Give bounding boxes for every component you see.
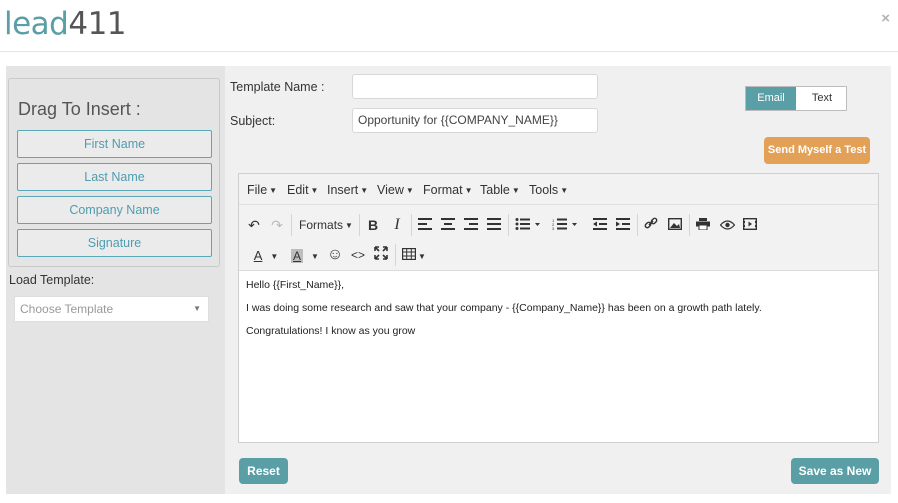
toolbar-divider <box>411 214 412 236</box>
code-icon[interactable]: <> <box>348 244 368 266</box>
content-line: Congratulations! I know as you grow <box>246 325 416 337</box>
editor-toolbar: ↶ ↷ Formats ▼ B I 123 A ▼ A ▼ ☺ <> ▼ <box>239 205 878 271</box>
template-select[interactable]: Choose Template ▼ <box>14 296 209 322</box>
chevron-down-icon: ▼ <box>345 221 353 230</box>
toolbar-divider <box>291 214 292 236</box>
print-icon[interactable] <box>693 214 713 236</box>
menu-insert-label: Insert <box>327 183 359 197</box>
chevron-down-icon: ▼ <box>270 252 279 261</box>
chevron-down-icon: ▼ <box>360 186 369 195</box>
align-right-icon[interactable] <box>461 214 481 236</box>
menu-file-label: File <box>247 183 268 197</box>
toolbar-divider <box>359 214 360 236</box>
media-icon[interactable] <box>740 214 760 236</box>
menu-format[interactable]: Format ▼ <box>423 183 473 197</box>
menu-tools-label: Tools <box>529 183 559 197</box>
close-icon[interactable]: × <box>881 10 890 27</box>
chevron-down-icon: ▼ <box>193 304 201 313</box>
text-color-button[interactable]: A ▼ <box>247 244 285 266</box>
drag-insert-box: Drag To Insert : First Name Last Name Co… <box>8 78 220 267</box>
insert-first-name-button[interactable]: First Name <box>17 130 212 158</box>
menu-file[interactable]: File ▼ <box>247 183 277 197</box>
email-toggle-option[interactable]: Email <box>746 87 796 110</box>
rich-text-editor: File ▼ Edit ▼ Insert ▼ View ▼ Format ▼ Table ▼… <box>238 173 879 443</box>
template-name-label: Template Name : <box>230 80 325 94</box>
insert-sidebar: Drag To Insert : First Name Last Name Co… <box>6 66 225 494</box>
bullet-list-icon[interactable] <box>512 214 544 236</box>
image-icon[interactable] <box>665 214 685 236</box>
formats-dropdown-label: Formats <box>299 218 344 232</box>
load-template-label: Load Template: <box>9 273 95 287</box>
chevron-down-icon: ▼ <box>310 186 319 195</box>
undo-icon[interactable]: ↶ <box>244 214 264 236</box>
link-icon[interactable] <box>641 214 661 236</box>
align-justify-icon[interactable] <box>484 214 504 236</box>
redo-icon[interactable]: ↷ <box>267 214 287 236</box>
chevron-down-icon: ▼ <box>418 252 426 261</box>
numbered-list-icon[interactable]: 123 <box>549 214 581 236</box>
logo-text-part2: 411 <box>68 6 127 42</box>
content-line: I was doing some research and saw that y… <box>246 302 762 314</box>
chevron-down-icon: ▼ <box>311 252 319 261</box>
toolbar-divider <box>689 214 690 236</box>
subject-input[interactable]: Opportunity for {{COMPANY_NAME}} <box>352 108 598 133</box>
chevron-down-icon: ▼ <box>405 186 414 195</box>
toolbar-divider <box>395 244 396 266</box>
reset-button[interactable]: Reset <box>239 458 288 484</box>
lead411-logo: lead411 <box>4 6 127 42</box>
chevron-down-icon: ▼ <box>511 186 520 195</box>
background-color-button[interactable]: A ▼ <box>286 244 324 266</box>
menu-edit[interactable]: Edit ▼ <box>287 183 318 197</box>
insert-last-name-button[interactable]: Last Name <box>17 163 212 191</box>
table-icon <box>402 247 417 263</box>
indent-icon[interactable] <box>613 214 633 236</box>
editor-menubar: File ▼ Edit ▼ Insert ▼ View ▼ Format ▼ Table ▼… <box>239 174 878 205</box>
email-text-toggle: Email Text <box>745 86 847 111</box>
chevron-down-icon: ▼ <box>269 186 278 195</box>
editor-content[interactable]: Hello {{First_Name}}, I was doing some r… <box>246 279 762 348</box>
toolbar-divider <box>508 214 509 236</box>
menu-view-label: View <box>377 183 404 197</box>
subject-label: Subject: <box>230 114 276 128</box>
formats-dropdown[interactable]: Formats ▼ <box>297 214 355 236</box>
chevron-down-icon: ▼ <box>560 186 569 195</box>
insert-signature-button[interactable]: Signature <box>17 229 212 257</box>
menu-table[interactable]: Table ▼ <box>480 183 520 197</box>
template-select-placeholder: Choose Template <box>20 302 114 316</box>
content-line: Hello {{First_Name}}, <box>246 279 345 291</box>
italic-icon[interactable]: I <box>387 214 407 236</box>
svg-text:3: 3 <box>552 226 555 230</box>
menu-edit-label: Edit <box>287 183 309 197</box>
menu-tools[interactable]: Tools ▼ <box>529 183 568 197</box>
text-color-icon: A <box>253 248 263 263</box>
outdent-icon[interactable] <box>590 214 610 236</box>
text-toggle-option[interactable]: Text <box>797 87 847 110</box>
fullscreen-icon[interactable] <box>371 244 391 266</box>
send-test-button[interactable]: Send Myself a Test <box>764 137 870 164</box>
chevron-down-icon: ▼ <box>464 186 473 195</box>
align-center-icon[interactable] <box>438 214 458 236</box>
background-color-icon: A <box>291 249 304 263</box>
align-left-icon[interactable] <box>415 214 435 236</box>
logo-text-part1: lead <box>4 6 69 42</box>
menu-view[interactable]: View ▼ <box>377 183 414 197</box>
menu-format-label: Format <box>423 183 463 197</box>
emoticon-icon[interactable]: ☺ <box>325 244 345 266</box>
preview-icon[interactable] <box>717 214 737 236</box>
menu-table-label: Table <box>480 183 510 197</box>
drag-insert-title: Drag To Insert : <box>18 99 141 119</box>
table-button[interactable]: ▼ <box>399 244 429 266</box>
toolbar-divider <box>637 214 638 236</box>
save-as-new-button[interactable]: Save as New <box>791 458 879 484</box>
bold-icon[interactable]: B <box>363 214 383 236</box>
editor-main-panel: Template Name : Subject: Opportunity for… <box>225 66 891 494</box>
insert-company-name-button[interactable]: Company Name <box>17 196 212 224</box>
menu-insert[interactable]: Insert ▼ <box>327 183 368 197</box>
template-name-input[interactable] <box>352 74 598 99</box>
header-bar: lead411 × <box>0 0 898 52</box>
